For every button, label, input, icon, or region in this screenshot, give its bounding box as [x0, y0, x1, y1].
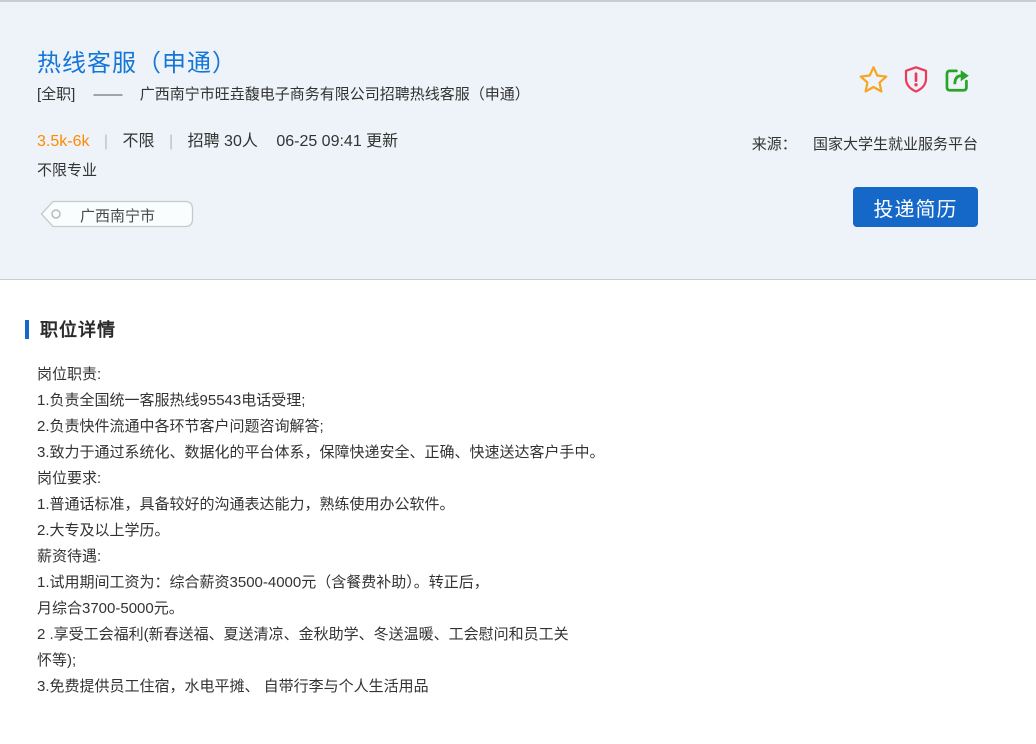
job-description-line: 1.试用期间工资为：综合薪资3500-4000元（含餐费补助）。转正后， [37, 570, 996, 596]
job-description: 岗位职责:1.负责全国统一客服热线95543电话受理;2.负责快件流通中各环节客… [37, 362, 996, 700]
job-description-line: 岗位要求: [37, 466, 996, 492]
favorite-star-icon[interactable] [858, 64, 889, 95]
job-description-line: 月综合3700-5000元。 [37, 596, 996, 622]
dash-separator: —— [94, 86, 122, 103]
share-icon[interactable] [943, 66, 972, 94]
job-subtitle: [全职] —— 广西南宁市旺垚馥电子商务有限公司招聘热线客服（申通） [37, 83, 530, 104]
job-description-line: 2.大专及以上学历。 [37, 518, 996, 544]
company-line: 广西南宁市旺垚馥电子商务有限公司招聘热线客服（申通） [140, 86, 530, 103]
report-shield-icon[interactable] [903, 65, 929, 94]
apply-button[interactable]: 投递简历 [853, 187, 978, 227]
job-detail-page: 热线客服（申通） [全职] —— 广西南宁市旺垚馥电子商务有限公司招聘热线客服（… [0, 0, 1036, 744]
job-header: 热线客服（申通） [全职] —— 广西南宁市旺垚馥电子商务有限公司招聘热线客服（… [0, 2, 1036, 280]
job-description-line: 怀等); [37, 648, 996, 674]
source-value: 国家大学生就业服务平台 [813, 136, 978, 153]
job-description-line: 2 .享受工会福利(新春送福、夏送清凉、金秋助学、冬送温暖、工会慰问和员工关 [37, 622, 996, 648]
major-requirement: 不限专业 [37, 159, 97, 180]
page-title: 热线客服（申通） [37, 43, 237, 78]
job-description-line: 3.免费提供员工住宿，水电平摊、 自带行李与个人生活用品 [37, 674, 996, 700]
job-description-line: 岗位职责: [37, 362, 996, 388]
job-type-label: [全职] [37, 86, 75, 103]
section-header: 职位详情 [25, 316, 116, 342]
meta-separator: | [104, 133, 108, 150]
section-accent-bar [25, 320, 29, 339]
location-tag-label: 广西南宁市 [80, 205, 155, 226]
job-description-line: 3.致力于通过系统化、数据化的平台体系，保障快递安全、正确、快速送达客户手中。 [37, 440, 996, 466]
headcount: 招聘 30人 [188, 133, 258, 150]
section-title: 职位详情 [40, 316, 116, 342]
location-tag: 广西南宁市 [40, 200, 194, 228]
meta-separator: | [169, 133, 173, 150]
action-icon-row [858, 64, 972, 95]
salary-range: 3.5k-6k [37, 133, 89, 150]
job-description-line: 1.负责全国统一客服热线95543电话受理; [37, 388, 996, 414]
job-description-line: 1.普通话标准，具备较好的沟通表达能力，熟练使用办公软件。 [37, 492, 996, 518]
job-description-line: 2.负责快件流通中各环节客户问题咨询解答; [37, 414, 996, 440]
education-requirement: 不限 [123, 133, 155, 150]
job-meta-row: 3.5k-6k | 不限 | 招聘 30人 06-25 09:41 更新 [37, 127, 398, 151]
job-description-line: 薪资待遇: [37, 544, 996, 570]
source-line: 来源： 国家大学生就业服务平台 [752, 133, 978, 154]
source-label: 来源： [752, 136, 797, 153]
updated-timestamp: 06-25 09:41 更新 [276, 133, 398, 150]
